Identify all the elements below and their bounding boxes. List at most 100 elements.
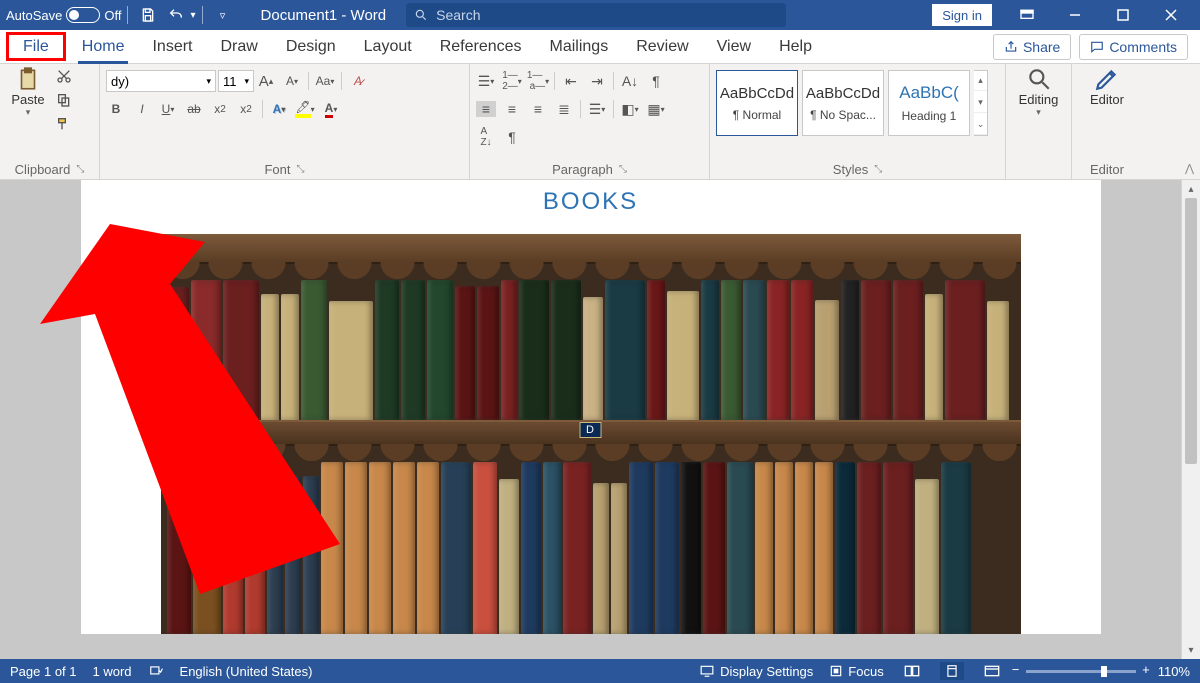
tab-references[interactable]: References	[426, 30, 536, 63]
editing-button[interactable]: Editing ▾	[1017, 66, 1061, 118]
clipboard-icon	[15, 66, 41, 92]
align-center-icon[interactable]: ≡	[502, 101, 522, 117]
text-effects-icon[interactable]: A▾	[269, 102, 289, 116]
font-color-icon[interactable]: A▾	[321, 101, 341, 118]
dialog-launcher-icon[interactable]: ⤡	[76, 164, 84, 175]
show-marks-icon[interactable]: ¶	[646, 73, 666, 89]
read-mode-icon[interactable]	[900, 662, 924, 680]
sort-az-icon[interactable]: AZ↓	[476, 126, 496, 148]
bold-icon[interactable]: B	[106, 102, 126, 116]
close-icon[interactable]	[1148, 0, 1194, 30]
style-normal[interactable]: AaBbCcDd ¶ Normal	[716, 70, 798, 136]
paragraph-group-label: Paragraph	[552, 162, 613, 177]
superscript-icon[interactable]: x2	[236, 102, 256, 116]
paste-button[interactable]: Paste ▾	[6, 66, 50, 118]
share-icon	[1004, 40, 1018, 54]
sign-in-button[interactable]: Sign in	[932, 4, 992, 26]
group-editor: Editor Editor	[1072, 64, 1142, 179]
spellcheck-icon[interactable]	[148, 664, 164, 678]
decrease-indent-icon[interactable]: ⇤	[561, 73, 581, 90]
decrease-font-icon[interactable]: A▾	[282, 74, 302, 88]
vertical-scrollbar[interactable]: ▴ ▾	[1181, 180, 1200, 659]
collapse-ribbon-icon[interactable]: ⋀	[1185, 162, 1194, 175]
focus-mode-button[interactable]: Focus	[829, 664, 883, 679]
sort-icon[interactable]: A↓	[620, 73, 640, 89]
tab-draw[interactable]: Draw	[206, 30, 271, 63]
scroll-down-icon[interactable]: ▾	[1182, 641, 1200, 659]
tab-design[interactable]: Design	[272, 30, 350, 63]
line-spacing-icon[interactable]: ☰▾	[587, 101, 607, 118]
shading-icon[interactable]: ◧▾	[620, 101, 640, 118]
find-icon	[1026, 66, 1052, 92]
numbering-icon[interactable]: 1―2―▾	[502, 70, 522, 92]
qat-customize-icon[interactable]: ▿	[209, 1, 237, 29]
increase-indent-icon[interactable]: ⇥	[587, 73, 607, 90]
group-font: dy) ▾ 11▾ A▴ A▾ Aa▾ A̷ B I U▾ ab x2 x2	[100, 64, 470, 179]
editor-button[interactable]: Editor	[1085, 66, 1129, 107]
zoom-slider[interactable]	[1026, 670, 1136, 673]
tab-view[interactable]: View	[703, 30, 765, 63]
paragraph-mark-icon[interactable]: ¶	[502, 129, 522, 145]
font-size-select[interactable]: 11▾	[218, 70, 254, 92]
comments-button[interactable]: Comments	[1079, 34, 1188, 60]
tab-mailings[interactable]: Mailings	[536, 30, 623, 63]
page-indicator[interactable]: Page 1 of 1	[10, 664, 77, 679]
undo-icon[interactable]	[162, 1, 190, 29]
dialog-launcher-icon[interactable]: ⤡	[297, 164, 305, 175]
style-no-spacing[interactable]: AaBbCcDd ¶ No Spac...	[802, 70, 884, 136]
autosave-state: Off	[104, 8, 121, 23]
search-placeholder: Search	[436, 7, 480, 23]
underline-icon[interactable]: U▾	[158, 102, 178, 116]
subscript-icon[interactable]: x2	[210, 102, 230, 116]
print-layout-icon[interactable]	[940, 662, 964, 680]
save-icon[interactable]	[134, 1, 162, 29]
display-settings-button[interactable]: Display Settings	[699, 664, 813, 679]
shelf-label: D	[579, 422, 602, 438]
tab-home[interactable]: Home	[68, 30, 139, 63]
autosave-toggle[interactable]: AutoSave Off	[6, 7, 121, 23]
minimize-icon[interactable]	[1052, 0, 1098, 30]
undo-dropdown-icon[interactable]: ▾	[190, 10, 195, 21]
document-canvas[interactable]: BOOKS	[0, 180, 1181, 659]
justify-icon[interactable]: ≣	[554, 101, 574, 118]
change-case-icon[interactable]: Aa▾	[315, 74, 335, 88]
zoom-level[interactable]: 110%	[1158, 664, 1190, 679]
title-bar: AutoSave Off ▾ ▿ Document1 - Word Search…	[0, 0, 1200, 30]
document-heading: BOOKS	[543, 188, 638, 216]
italic-icon[interactable]: I	[132, 102, 152, 116]
dialog-launcher-icon[interactable]: ⤡	[874, 164, 882, 175]
tab-review[interactable]: Review	[622, 30, 702, 63]
tab-help[interactable]: Help	[765, 30, 826, 63]
tab-layout[interactable]: Layout	[350, 30, 426, 63]
font-name-select[interactable]: dy) ▾	[106, 70, 216, 92]
language-indicator[interactable]: English (United States)	[180, 664, 313, 679]
scroll-up-icon[interactable]: ▴	[1182, 180, 1200, 198]
style-heading1[interactable]: AaBbC( Heading 1	[888, 70, 970, 136]
bullets-icon[interactable]: ☰▾	[476, 73, 496, 90]
multilevel-list-icon[interactable]: 1― a―▾	[528, 70, 548, 92]
highlight-icon[interactable]: 🖊▾	[295, 100, 315, 118]
clipboard-group-label: Clipboard	[15, 162, 71, 177]
format-painter-icon[interactable]	[54, 114, 74, 134]
align-left-icon[interactable]: ≡	[476, 101, 496, 117]
tab-insert[interactable]: Insert	[138, 30, 206, 63]
borders-icon[interactable]: ▦▾	[646, 101, 666, 118]
ribbon-display-options-icon[interactable]	[1004, 0, 1050, 30]
web-layout-icon[interactable]	[980, 662, 1004, 680]
clear-formatting-icon[interactable]: A̷	[348, 74, 368, 88]
dialog-launcher-icon[interactable]: ⤡	[619, 164, 627, 175]
ribbon: Paste ▾ Clipboard ⤡ dy) ▾ 11▾ A▴ A▾ Aa▾	[0, 64, 1200, 180]
search-box[interactable]: Search	[406, 3, 786, 27]
share-button[interactable]: Share	[993, 34, 1071, 60]
font-group-label: Font	[264, 162, 290, 177]
styles-gallery-scroll[interactable]: ▴▾⌄	[974, 70, 988, 136]
copy-icon[interactable]	[54, 90, 74, 110]
strikethrough-icon[interactable]: ab	[184, 102, 204, 116]
maximize-icon[interactable]	[1100, 0, 1146, 30]
cut-icon[interactable]	[54, 66, 74, 86]
word-count[interactable]: 1 word	[93, 664, 132, 679]
increase-font-icon[interactable]: A▴	[256, 73, 276, 90]
tab-file[interactable]: File	[6, 32, 66, 61]
align-right-icon[interactable]: ≡	[528, 101, 548, 117]
inserted-image[interactable]: D	[161, 234, 1021, 634]
